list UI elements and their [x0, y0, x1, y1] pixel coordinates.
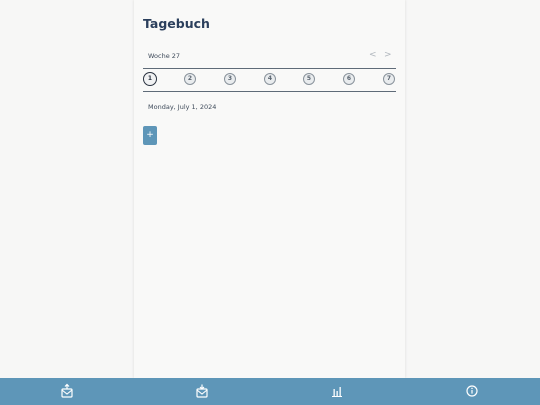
next-week-button[interactable]: >: [384, 49, 392, 61]
journal-import-icon: [196, 384, 208, 398]
add-entry-button[interactable]: +: [143, 126, 157, 145]
week-label: Woche 27: [148, 52, 181, 60]
day-button-3[interactable]: 3: [224, 73, 236, 85]
app-root: Tagebuch Woche 27 < > 1 2 3 4 5 6 7 Mond…: [0, 0, 540, 405]
tab-statistics[interactable]: [329, 383, 345, 399]
day-button-2[interactable]: 2: [184, 73, 196, 85]
day-button-1[interactable]: 1: [143, 72, 157, 86]
tab-info[interactable]: [464, 383, 480, 399]
bottom-navigation: [0, 378, 540, 405]
journal-export-icon: [61, 383, 73, 398]
day-button-5[interactable]: 5: [303, 73, 315, 85]
day-selector: 1 2 3 4 5 6 7: [143, 68, 396, 92]
page-title: Tagebuch: [143, 16, 210, 31]
day-button-4[interactable]: 4: [264, 73, 276, 85]
day-button-6[interactable]: 6: [343, 73, 355, 85]
tab-journal-export[interactable]: [59, 383, 75, 399]
previous-week-button[interactable]: <: [369, 49, 377, 61]
info-icon: [466, 385, 478, 397]
selected-date: Monday, July 1, 2024: [148, 103, 217, 111]
tab-journal-import[interactable]: [194, 383, 210, 399]
bar-chart-icon: [332, 387, 342, 397]
day-button-7[interactable]: 7: [383, 73, 395, 85]
